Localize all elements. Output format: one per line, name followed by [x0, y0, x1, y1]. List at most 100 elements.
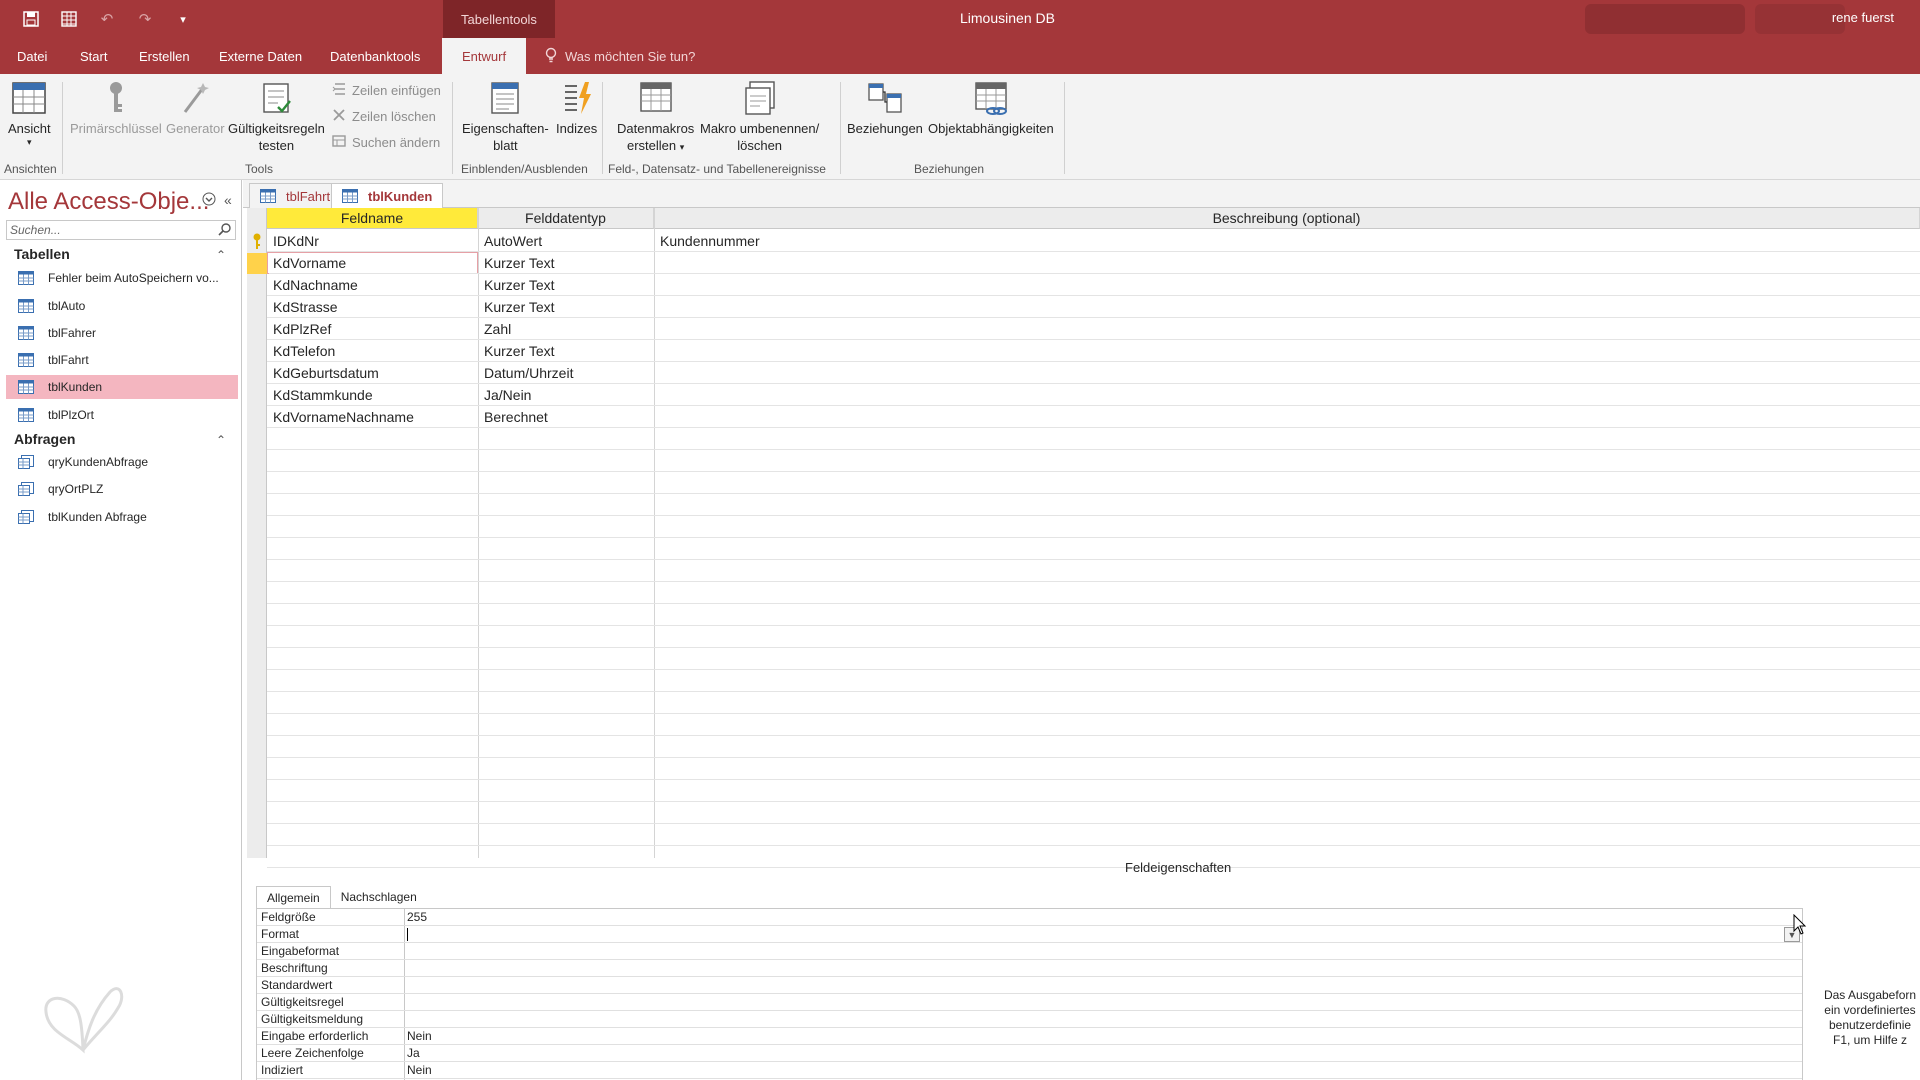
- property-row[interactable]: Gültigkeitsmeldung: [257, 1011, 1802, 1028]
- property-value[interactable]: Ja: [407, 1046, 420, 1060]
- field-name-cell[interactable]: KdTelefon: [269, 340, 478, 362]
- description-cell[interactable]: [656, 384, 1918, 406]
- nav-group-abfragen[interactable]: Abfragen: [14, 431, 75, 447]
- table-view-icon[interactable]: [58, 8, 80, 30]
- description-cell[interactable]: [656, 296, 1918, 318]
- data-type-cell[interactable]: Kurzer Text: [480, 340, 654, 362]
- data-type-cell[interactable]: AutoWert: [480, 230, 654, 252]
- view-button[interactable]: Ansicht ▾: [8, 80, 51, 147]
- search-icon[interactable]: [218, 222, 232, 241]
- doc-tab-tblfahrt[interactable]: tblFahrt: [249, 183, 342, 208]
- field-name-cell[interactable]: KdGeburtsdatum: [269, 362, 478, 384]
- primary-key-button[interactable]: Primärschlüssel: [70, 80, 162, 137]
- description-cell[interactable]: [656, 340, 1918, 362]
- undo-icon[interactable]: ↶: [96, 8, 118, 30]
- collapse-group-icon[interactable]: ⌃: [216, 248, 226, 262]
- nav-item-query[interactable]: qryKundenAbfrage: [6, 450, 238, 474]
- data-type-cell[interactable]: Kurzer Text: [480, 252, 654, 274]
- property-sheet-button[interactable]: Eigenschaften- blatt: [462, 80, 549, 154]
- indexes-button[interactable]: Indizes: [556, 80, 597, 137]
- tab-externe-daten[interactable]: Externe Daten: [219, 38, 302, 74]
- property-row-format[interactable]: Format ▼: [257, 926, 1802, 943]
- field-name-cell[interactable]: KdStammkunde: [269, 384, 478, 406]
- tab-start[interactable]: Start: [80, 38, 107, 74]
- object-dependencies-button[interactable]: Objektabhängigkeiten: [928, 80, 1054, 137]
- help-line: benutzerdefinie: [1828, 1018, 1912, 1032]
- field-name-cell[interactable]: KdStrasse: [269, 296, 478, 318]
- field-name-cell[interactable]: KdVornameNachname: [269, 406, 478, 428]
- nav-item-table[interactable]: tblAuto: [6, 294, 238, 318]
- rename-delete-macro-button[interactable]: Makro umbenennen/ löschen: [700, 80, 819, 154]
- data-type-cell[interactable]: Kurzer Text: [480, 296, 654, 318]
- customize-qat-icon[interactable]: ▾: [172, 8, 194, 30]
- data-type-cell[interactable]: Datum/Uhrzeit: [480, 362, 654, 384]
- grid-row-line: [267, 449, 1920, 450]
- property-row[interactable]: Standardwert: [257, 977, 1802, 994]
- data-type-cell[interactable]: Berechnet: [480, 406, 654, 428]
- create-data-macros-button[interactable]: Datenmakros erstellen ▾: [617, 80, 694, 156]
- doc-tab-tblkunden[interactable]: tblKunden: [331, 183, 444, 208]
- nav-group-tabellen[interactable]: Tabellen: [14, 246, 70, 262]
- property-value[interactable]: Nein: [407, 1063, 432, 1077]
- data-type-cell[interactable]: Ja/Nein: [480, 384, 654, 406]
- field-name-cell[interactable]: KdVorname: [269, 252, 478, 274]
- nav-menu-icon[interactable]: [202, 192, 216, 209]
- property-label: Leere Zeichenfolge: [261, 1046, 364, 1060]
- modify-lookups-button[interactable]: Suchen ändern: [332, 134, 440, 151]
- description-cell[interactable]: [656, 318, 1918, 340]
- property-row[interactable]: Feldgröße 255: [257, 909, 1802, 926]
- description-cell[interactable]: [656, 274, 1918, 296]
- description-cell[interactable]: [656, 252, 1918, 274]
- search-input[interactable]: Suchen...: [6, 220, 236, 240]
- builder-button[interactable]: Generator: [166, 80, 225, 137]
- property-row[interactable]: Eingabe erforderlich Nein: [257, 1028, 1802, 1045]
- user-name[interactable]: rene fuerst: [1832, 10, 1894, 25]
- nav-item-table[interactable]: tblPlzOrt: [6, 403, 238, 427]
- indexes-icon: [559, 80, 595, 116]
- test-validation-button[interactable]: Gültigkeitsregeln testen: [228, 80, 325, 154]
- create-data-macros-text-2: erstellen: [627, 138, 677, 153]
- redo-icon[interactable]: ↷: [134, 8, 156, 30]
- nav-item-query[interactable]: qryOrtPLZ: [6, 477, 238, 501]
- property-value[interactable]: Nein: [407, 1029, 432, 1043]
- description-cell[interactable]: [656, 362, 1918, 384]
- tab-datenbanktools[interactable]: Datenbanktools: [330, 38, 420, 74]
- nav-item-table[interactable]: tblFahrer: [6, 321, 238, 345]
- collapse-group-icon[interactable]: ⌃: [216, 433, 226, 447]
- description-cell[interactable]: Kundennummer: [656, 230, 1918, 252]
- tab-datei[interactable]: Datei: [17, 38, 47, 74]
- property-row[interactable]: Indiziert Nein: [257, 1062, 1802, 1079]
- tab-nachschlagen[interactable]: Nachschlagen: [331, 886, 427, 908]
- insert-rows-button[interactable]: Zeilen einfügen: [332, 82, 441, 99]
- description-cell[interactable]: [656, 406, 1918, 428]
- rename-delete-macro-label-1: Makro umbenennen/: [700, 121, 820, 136]
- field-name-cell[interactable]: IDKdNr: [269, 230, 478, 252]
- property-row[interactable]: Leere Zeichenfolge Ja: [257, 1045, 1802, 1062]
- row-selector-current[interactable]: [247, 253, 267, 274]
- property-row[interactable]: Gültigkeitsregel: [257, 994, 1802, 1011]
- relationships-button[interactable]: Beziehungen: [847, 80, 923, 137]
- nav-item-table[interactable]: tblFahrt: [6, 348, 238, 372]
- property-row[interactable]: Beschriftung: [257, 960, 1802, 977]
- row-selector[interactable]: [247, 231, 267, 252]
- nav-item-query[interactable]: tblKunden Abfrage: [6, 505, 238, 529]
- tab-erstellen[interactable]: Erstellen: [139, 38, 190, 74]
- data-type-cell[interactable]: Zahl: [480, 318, 654, 340]
- field-name-cell[interactable]: KdPlzRef: [269, 318, 478, 340]
- grid-row-line: [267, 537, 1920, 538]
- property-value[interactable]: 255: [407, 910, 427, 924]
- collapse-pane-icon[interactable]: «: [224, 192, 232, 208]
- grid-row-line: [267, 581, 1920, 582]
- data-type-cell[interactable]: Kurzer Text: [480, 274, 654, 296]
- nav-title[interactable]: Alle Access-Obje...: [8, 188, 209, 216]
- save-icon[interactable]: [20, 8, 42, 30]
- nav-item-table-selected[interactable]: tblKunden: [6, 375, 238, 399]
- property-label: Beschriftung: [261, 961, 328, 975]
- tab-allgemein[interactable]: Allgemein: [256, 886, 331, 908]
- field-name-cell[interactable]: KdNachname: [269, 274, 478, 296]
- nav-item-table[interactable]: Fehler beim AutoSpeichern vo...: [6, 266, 238, 290]
- tell-me-search[interactable]: Was möchten Sie tun?: [545, 38, 695, 74]
- property-row[interactable]: Eingabeformat: [257, 943, 1802, 960]
- delete-rows-button[interactable]: Zeilen löschen: [332, 108, 436, 125]
- tab-entwurf[interactable]: Entwurf: [442, 38, 527, 74]
